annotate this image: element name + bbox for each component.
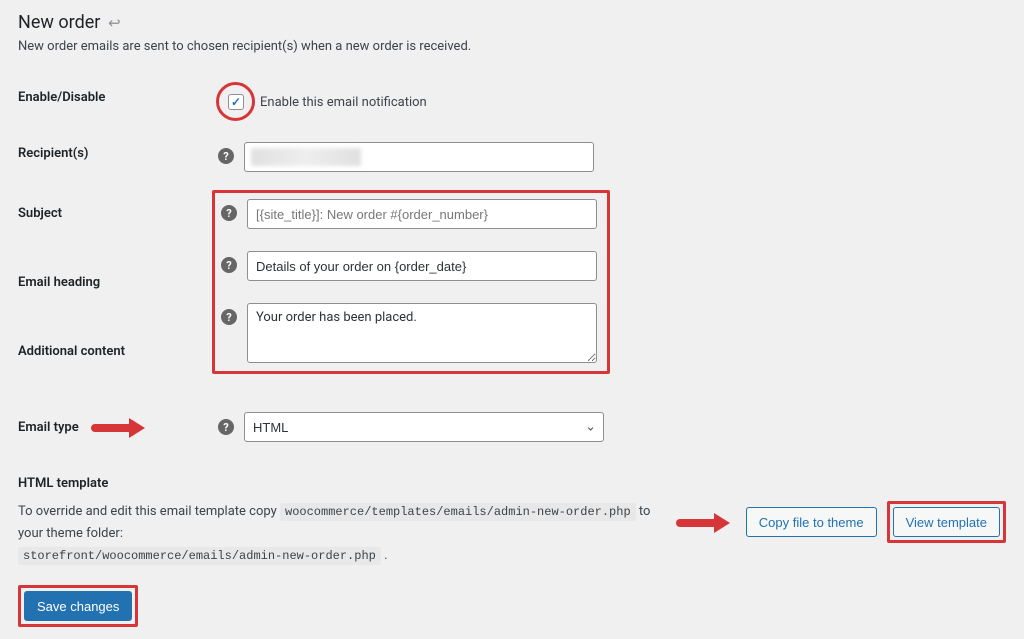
- label-email-type: Email type: [18, 420, 79, 435]
- page-description: New order emails are sent to chosen reci…: [18, 39, 1006, 54]
- template-description: To override and edit this email template…: [18, 501, 656, 567]
- email-type-select[interactable]: HTML: [244, 412, 604, 442]
- email-heading-input[interactable]: [247, 251, 597, 281]
- label-recipients: Recipient(s): [18, 130, 218, 184]
- view-template-button[interactable]: View template: [893, 507, 1000, 537]
- subject-input[interactable]: [247, 199, 597, 229]
- help-icon[interactable]: ?: [221, 205, 237, 221]
- template-dest-path: storefront/woocommerce/emails/admin-new-…: [18, 547, 381, 565]
- page-title: New order ↪: [18, 12, 1006, 33]
- save-changes-button[interactable]: Save changes: [24, 591, 132, 621]
- label-additional-content: Additional content: [18, 316, 218, 386]
- settings-table: Enable/Disable ✓ Enable this email notif…: [18, 74, 1006, 454]
- recipients-input[interactable]: [244, 142, 594, 172]
- help-icon[interactable]: ?: [218, 419, 234, 435]
- highlight-circle: ✓: [218, 86, 254, 118]
- help-icon[interactable]: ?: [221, 257, 237, 273]
- highlight-box-view: View template: [887, 501, 1006, 543]
- enable-checkbox[interactable]: ✓: [228, 94, 244, 110]
- highlight-box-save: Save changes: [18, 585, 138, 627]
- enable-checkbox-label[interactable]: Enable this email notification: [260, 95, 427, 110]
- back-icon[interactable]: ↪: [108, 14, 121, 32]
- label-enable-disable: Enable/Disable: [18, 74, 218, 130]
- template-source-path: woocommerce/templates/emails/admin-new-o…: [280, 503, 636, 521]
- highlight-box-fields: ? ? ?: [212, 190, 610, 374]
- page-title-text: New order: [18, 12, 100, 33]
- arrow-icon: [91, 417, 151, 437]
- help-icon[interactable]: ?: [218, 148, 234, 164]
- label-email-heading: Email heading: [18, 247, 218, 317]
- help-icon[interactable]: ?: [221, 309, 237, 325]
- label-html-template: HTML template: [18, 476, 1006, 491]
- copy-file-to-theme-button[interactable]: Copy file to theme: [746, 507, 877, 537]
- label-subject: Subject: [18, 184, 218, 247]
- additional-content-textarea[interactable]: [247, 303, 597, 363]
- arrow-icon: [676, 512, 736, 532]
- blurred-value: [251, 148, 361, 166]
